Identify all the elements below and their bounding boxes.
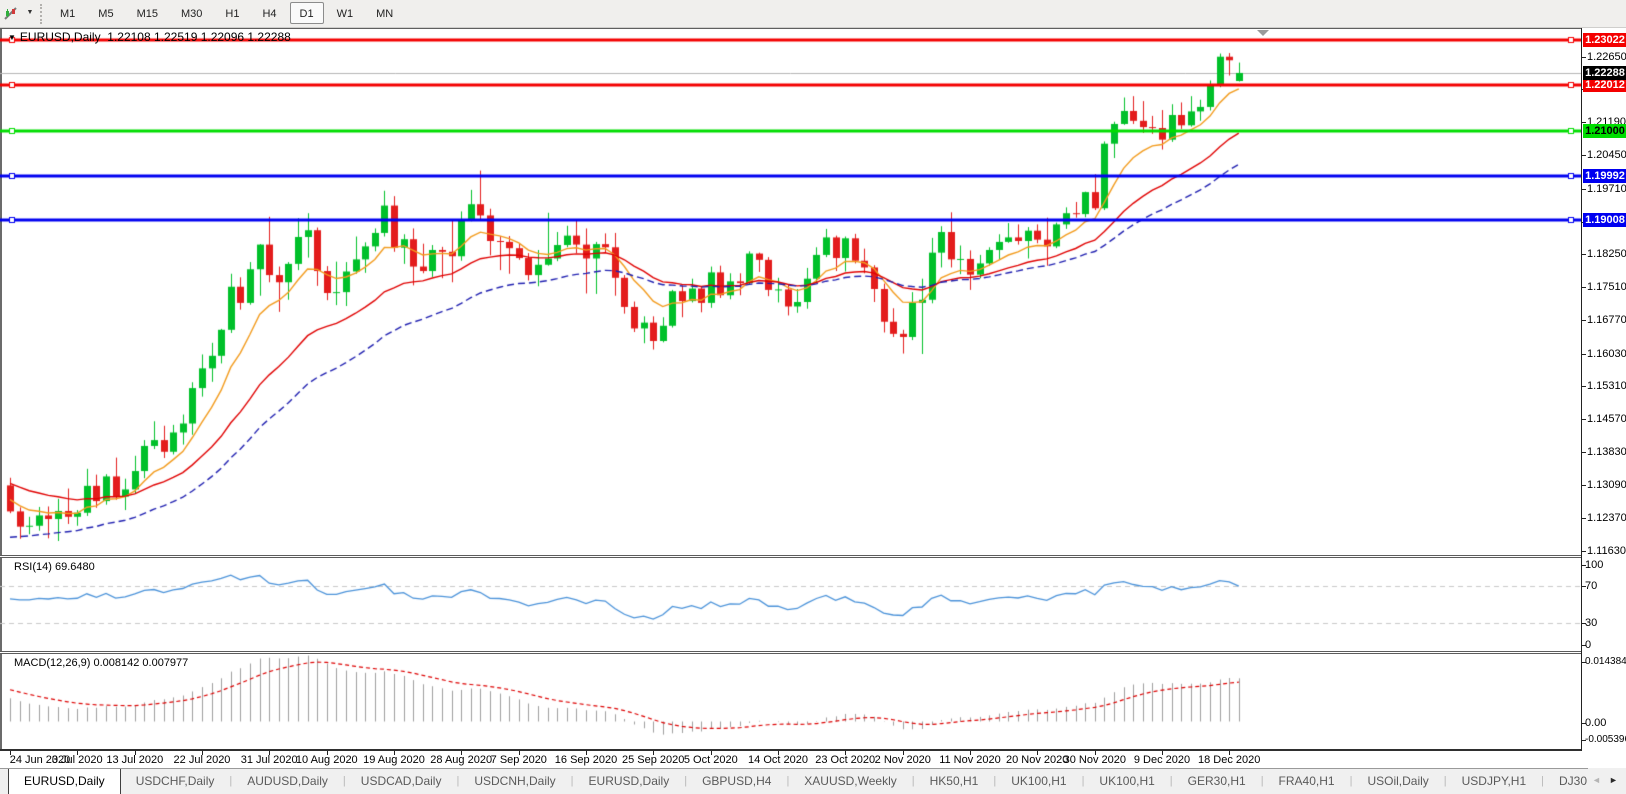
chart-tab-usdcad[interactable]: USDCAD,Daily <box>346 769 457 794</box>
price-axis-tick: 1.16770 <box>1587 314 1626 326</box>
indicator-axis-tick: 0 <box>1585 639 1591 651</box>
chart-tab-usdcnh[interactable]: USDCNH,Daily <box>459 769 570 794</box>
chart-title: ▼ EURUSD,Daily 1.22108 1.22519 1.22096 1.… <box>8 30 291 44</box>
chart-tabs: EURUSD,DailyUSDCHF,Daily|AUDUSD,Daily|US… <box>8 769 1626 794</box>
chart-shift-marker-icon[interactable] <box>1257 30 1269 36</box>
indicator-axis-tick: 70 <box>1585 580 1597 592</box>
chart-tab-hk50[interactable]: HK50,H1 <box>915 769 994 794</box>
tab-scroll-right-icon[interactable]: ► <box>1609 775 1618 785</box>
price-axis[interactable]: 1.226501.219301.211901.204501.197101.189… <box>1581 28 1626 751</box>
level-price-label: 1.19992 <box>1583 169 1626 183</box>
axis-tick-mark <box>1582 354 1586 355</box>
chart-tab-usdchf[interactable]: USDCHF,Daily <box>121 769 230 794</box>
timeframe-button-d1[interactable]: D1 <box>290 2 324 24</box>
rsi-indicator-label: RSI(14) 69.6480 <box>14 561 95 573</box>
level-price-label: 1.22012 <box>1583 78 1626 92</box>
indicator-axis-tick: 30 <box>1585 617 1597 629</box>
axis-tick-mark <box>1582 518 1586 519</box>
timeframe-button-w1[interactable]: W1 <box>327 2 364 24</box>
chart-tab-bar: EURUSD,DailyUSDCHF,Daily|AUDUSD,Daily|US… <box>0 768 1626 794</box>
chart-tab-uk100[interactable]: UK100,H1 <box>996 769 1081 794</box>
chart-tab-xauusd[interactable]: XAUUSD,Weekly <box>789 769 911 794</box>
price-chart-canvas[interactable] <box>0 29 1581 555</box>
price-axis-tick: 1.17510 <box>1587 281 1626 293</box>
timeframe-buttons: M1M5M15M30H1H4D1W1MN <box>50 2 406 24</box>
chart-tab-eurusd[interactable]: EURUSD,Daily <box>8 768 121 794</box>
chart-tab-eurusd[interactable]: EURUSD,Daily <box>574 769 685 794</box>
chart-tab-ger30[interactable]: GER30,H1 <box>1173 769 1261 794</box>
chart-tab-fra40[interactable]: FRA40,H1 <box>1264 769 1350 794</box>
price-axis-tick: 1.14570 <box>1587 413 1626 425</box>
timeframe-button-m15[interactable]: M15 <box>127 2 168 24</box>
axis-tick-mark <box>1582 189 1586 190</box>
level-price-label: 1.23022 <box>1583 33 1626 47</box>
macd-indicator-label: MACD(12,26,9) 0.008142 0.007977 <box>14 657 188 669</box>
axis-tick-mark <box>1582 57 1586 58</box>
toolbar-grip[interactable] <box>40 4 43 24</box>
price-axis-tick: 1.18250 <box>1587 248 1626 260</box>
axis-tick-mark <box>1582 551 1586 552</box>
axis-tick-mark <box>1582 155 1586 156</box>
axis-tick-mark <box>1582 485 1586 486</box>
tab-scroll-left-icon[interactable]: ◄ <box>1592 775 1601 785</box>
chart-ohlc-values: 1.22108 1.22519 1.22096 1.22288 <box>107 30 291 44</box>
current-price-label: 1.22288 <box>1583 66 1626 80</box>
axis-tick-mark <box>1582 254 1586 255</box>
chart-marker-icon: ▼ <box>8 33 16 42</box>
price-axis-tick: 1.19710 <box>1587 183 1626 195</box>
macd-indicator-canvas[interactable] <box>0 654 1581 749</box>
indicator-axis-tick: 100 <box>1585 559 1603 571</box>
price-axis-tick: 1.16030 <box>1587 348 1626 360</box>
timeframe-button-m30[interactable]: M30 <box>171 2 212 24</box>
chart-tab-audusd[interactable]: AUDUSD,Daily <box>232 769 343 794</box>
rsi-indicator-canvas[interactable] <box>0 558 1581 651</box>
indicator-axis-tick: 0.00 <box>1585 717 1606 729</box>
chart-tool-dropdown[interactable]: ▼ <box>3 4 37 24</box>
timeframe-button-h1[interactable]: H1 <box>215 2 249 24</box>
level-price-label: 1.19008 <box>1583 213 1626 227</box>
axis-tick-mark <box>1582 386 1586 387</box>
price-axis-tick: 1.13830 <box>1587 446 1626 458</box>
price-axis-tick: 1.12370 <box>1587 512 1626 524</box>
indicator-axis-tick: -0.005396 <box>1585 734 1626 746</box>
chevron-down-icon: ▼ <box>26 9 33 16</box>
chart-tab-usoil[interactable]: USOil,Daily <box>1352 769 1443 794</box>
tab-scroll-arrows: ◄ ► <box>1588 768 1626 794</box>
price-axis-tick: 1.11630 <box>1587 545 1626 557</box>
date-axis[interactable]: 24 Jun 20203 Jul 202013 Jul 202022 Jul 2… <box>0 751 1626 768</box>
price-axis-tick: 1.13090 <box>1587 479 1626 491</box>
timeframe-button-m1[interactable]: M1 <box>50 2 85 24</box>
chart-tab-gbpusd[interactable]: GBPUSD,H4 <box>687 769 786 794</box>
indicator-axis-tick: 0.014384 <box>1585 656 1626 668</box>
axis-tick-mark <box>1582 320 1586 321</box>
level-price-label: 1.21000 <box>1583 124 1626 138</box>
timeframes-toolbar: ▼ M1M5M15M30H1H4D1W1MN <box>0 0 1626 28</box>
timeframe-button-h4[interactable]: H4 <box>252 2 286 24</box>
chart-symbol: EURUSD,Daily <box>20 30 101 44</box>
axis-tick-mark <box>1582 452 1586 453</box>
axis-tick-mark <box>1582 419 1586 420</box>
chart-tab-usdjpy[interactable]: USDJPY,H1 <box>1447 769 1541 794</box>
chart-tab-uk100[interactable]: UK100,H1 <box>1084 769 1169 794</box>
price-axis-tick: 1.15310 <box>1587 380 1626 392</box>
trading-platform-window: ▼ M1M5M15M30H1H4D1W1MN ▼ EURUSD,Daily 1.2… <box>0 0 1626 794</box>
axis-tick-mark <box>1582 287 1586 288</box>
date-axis-label: 18 Dec 2020 <box>1189 754 1269 766</box>
price-axis-tick: 1.22650 <box>1587 51 1626 63</box>
price-axis-tick: 1.20450 <box>1587 149 1626 161</box>
timeframe-button-m5[interactable]: M5 <box>88 2 123 24</box>
chart-timeframes-icon <box>3 5 19 21</box>
timeframe-button-mn[interactable]: MN <box>366 2 403 24</box>
